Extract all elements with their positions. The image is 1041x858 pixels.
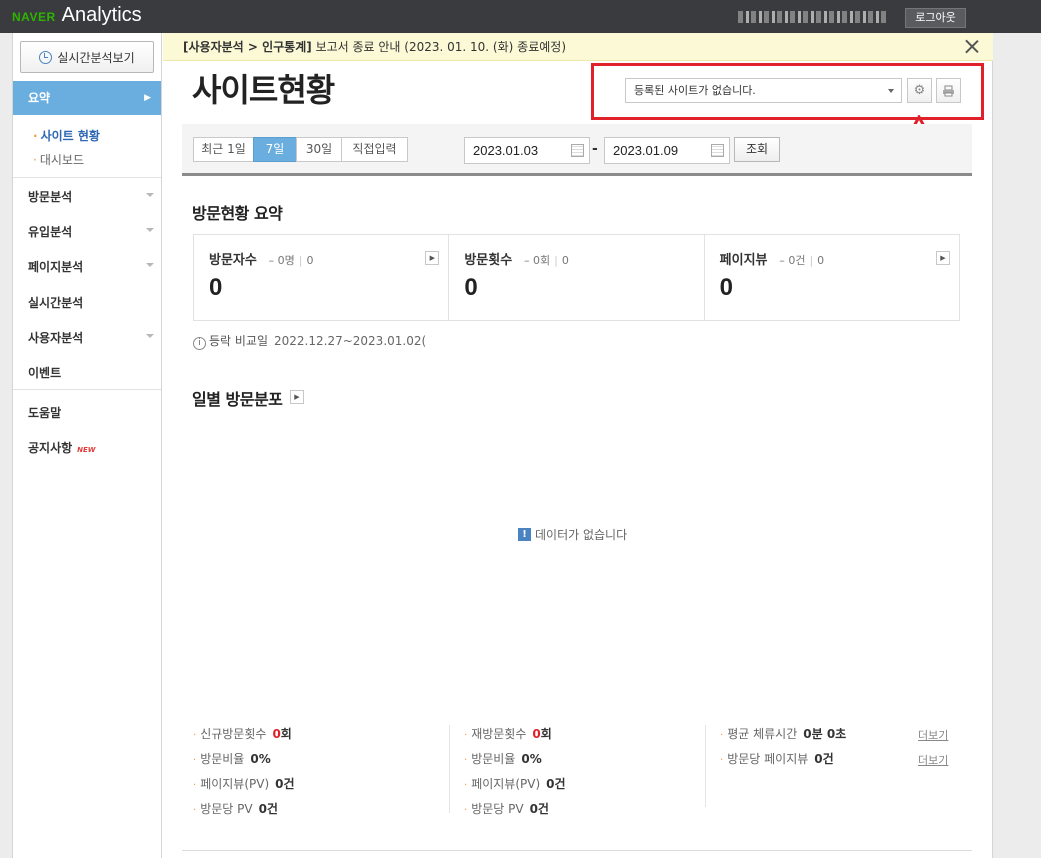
stat-row: · 신규방문횟수 0회 xyxy=(193,727,292,741)
warning-icon: ! xyxy=(518,528,531,541)
divider xyxy=(449,725,450,813)
stat-row: · 방문비율 0% xyxy=(464,752,542,766)
realtime-label: 실시간분석보기 xyxy=(57,50,135,65)
more-arrow-icon[interactable]: ▶ xyxy=(290,390,304,404)
stat-row: · 방문당 페이지뷰 0건 xyxy=(720,752,834,766)
stat-row: · 방문당 PV 0건 xyxy=(464,802,549,816)
brand-logo[interactable]: NAVER Analytics xyxy=(12,4,142,27)
sidebar-item-visit[interactable]: 방문분석 xyxy=(28,188,72,205)
card-pageviews: 페이지뷰 – 0건 | 0 0 ▶ xyxy=(705,235,959,320)
tab-1day[interactable]: 최근 1일 xyxy=(193,137,254,162)
no-data-message: ! 데이터가 없습니다 xyxy=(518,526,627,543)
start-date-input[interactable]: 2023.01.03 xyxy=(464,137,590,164)
stat-row: · 평균 체류시간 0분 0초 xyxy=(720,727,847,741)
summary-cards: 방문자수 – 0명 | 0 0 ▶ 방문횟수 – 0회 | 0 0 페이지뷰 – 0건 |… xyxy=(193,234,960,321)
notice-text: 보고서 종료 안내 (2023. 01. 10. (화) 종료예정) xyxy=(311,40,566,54)
sidebar-item-realtime[interactable]: 실시간분석 xyxy=(28,294,83,311)
card-title: 페이지뷰 xyxy=(719,253,768,268)
stat-row: · 재방문횟수 0회 xyxy=(464,727,552,741)
top-bar: NAVER Analytics 로그아웃 xyxy=(0,0,1041,33)
sidebar-item-label: 요약 xyxy=(28,91,51,105)
more-link[interactable]: 더보기 xyxy=(918,752,948,768)
start-date-value: 2023.01.03 xyxy=(473,143,539,158)
end-date-input[interactable]: 2023.01.09 xyxy=(604,137,730,164)
page-title: 사이트현황 xyxy=(192,71,335,109)
summary-title: 방문현황 요약 xyxy=(192,204,283,223)
stat-row: · 방문당 PV 0건 xyxy=(193,802,278,816)
brand-naver: NAVER xyxy=(12,10,56,24)
card-title: 방문자수 xyxy=(209,253,257,268)
card-visitors: 방문자수 – 0명 | 0 0 ▶ xyxy=(194,235,450,320)
stats-revisits: · 재방문횟수 0회 · 방문비율 0% · 페이지뷰(PV) 0건 · 방문당 PV 0건 xyxy=(464,725,566,825)
more-arrow-icon[interactable]: ▶ xyxy=(935,251,950,265)
user-account-masked xyxy=(738,11,886,23)
sidebar: 실시간분석보기 요약 ▶ · 사이트 현황 · 대시보드 방문분석 유입분석 페이지… xyxy=(13,33,162,858)
card-value: 0 xyxy=(464,274,478,301)
card-change: – 0건 | 0 xyxy=(779,254,825,267)
no-data-text: 데이터가 없습니다 xyxy=(535,528,628,542)
daily-title: 일별 방문분포 xyxy=(192,390,283,409)
divider xyxy=(705,725,706,807)
sidebar-sub-dashboard[interactable]: · 대시보드 xyxy=(33,151,84,168)
compare-label: 등락 비교일 xyxy=(209,334,269,348)
sidebar-sub-label: 대시보드 xyxy=(39,153,84,167)
main-frame: 실시간분석보기 요약 ▶ · 사이트 현황 · 대시보드 방문분석 유입분석 페이지… xyxy=(12,33,993,858)
stats-new-visits: · 신규방문횟수 0회 · 방문비율 0% · 페이지뷰(PV) 0건 · 방문당 PV 0건 xyxy=(193,725,295,825)
logout-button[interactable]: 로그아웃 xyxy=(905,8,966,28)
end-date-value: 2023.01.09 xyxy=(613,143,679,158)
sidebar-item-user[interactable]: 사용자분석 xyxy=(28,329,83,346)
sidebar-item-inflow[interactable]: 유입분석 xyxy=(28,223,72,240)
tab-7day[interactable]: 7일 xyxy=(253,137,297,162)
date-separator: - xyxy=(592,141,598,157)
notice-banner: [사용자분석 > 인구통계] 보고서 종료 안내 (2023. 01. 10. … xyxy=(163,33,993,61)
clock-icon xyxy=(39,50,53,64)
chevron-right-icon: ▶ xyxy=(144,93,151,103)
calendar-icon[interactable] xyxy=(571,144,584,157)
notice-emphasis: [사용자분석 > 인구통계] xyxy=(183,40,312,54)
card-visits: 방문횟수 – 0회 | 0 0 xyxy=(449,235,705,320)
sidebar-item-notice[interactable]: 공지사항 NEW xyxy=(28,439,96,456)
more-link[interactable]: 더보기 xyxy=(918,727,948,743)
card-title: 방문횟수 xyxy=(464,253,513,268)
info-icon: i xyxy=(193,337,206,350)
sidebar-item-help[interactable]: 도움말 xyxy=(28,404,61,421)
tab-custom[interactable]: 직접입력 xyxy=(341,137,408,162)
card-value: 0 xyxy=(209,274,223,301)
calendar-icon[interactable] xyxy=(711,144,724,157)
chevron-down-icon xyxy=(146,193,154,197)
realtime-analysis-button[interactable]: 실시간분석보기 xyxy=(20,41,154,73)
sidebar-item-event[interactable]: 이벤트 xyxy=(28,364,61,381)
chevron-down-icon xyxy=(146,263,154,267)
card-change: – 0명 | 0 xyxy=(268,254,314,267)
query-button[interactable]: 조회 xyxy=(734,137,780,162)
stat-row: · 페이지뷰(PV) 0건 xyxy=(193,777,295,791)
brand-analytics: Analytics xyxy=(61,4,142,26)
compare-dates: 2022.12.27~2023.01.02( xyxy=(274,334,427,348)
card-change: – 0회 | 0 xyxy=(524,254,569,267)
new-badge: NEW xyxy=(77,446,96,454)
sidebar-item-page[interactable]: 페이지분석 xyxy=(28,258,83,275)
period-bar: 최근 1일 7일 30일 직접입력 2023.01.03 - 2023.01.0… xyxy=(182,124,972,176)
divider xyxy=(13,389,161,390)
more-arrow-icon[interactable]: ▶ xyxy=(425,251,440,265)
stat-row: · 방문비율 0% xyxy=(193,752,271,766)
sidebar-item-label: 공지사항 xyxy=(28,441,73,455)
stats-duration: · 평균 체류시간 0분 0초 · 방문당 페이지뷰 0건 xyxy=(720,725,846,775)
divider xyxy=(13,177,161,178)
chevron-down-icon xyxy=(146,228,154,232)
tab-30day[interactable]: 30일 xyxy=(296,137,342,162)
divider xyxy=(182,850,972,851)
close-icon[interactable] xyxy=(965,39,979,53)
sidebar-item-summary[interactable]: 요약 ▶ xyxy=(13,81,161,115)
compare-line: i 등락 비교일 2022.12.27~2023.01.02( xyxy=(193,332,426,350)
stat-row: · 페이지뷰(PV) 0건 xyxy=(464,777,566,791)
sidebar-sub-label: 사이트 현황 xyxy=(40,129,100,143)
card-value: 0 xyxy=(719,274,734,301)
highlight-box xyxy=(591,63,984,120)
chevron-down-icon xyxy=(146,334,154,338)
sidebar-sub-site-status[interactable]: · 사이트 현황 xyxy=(33,127,100,144)
